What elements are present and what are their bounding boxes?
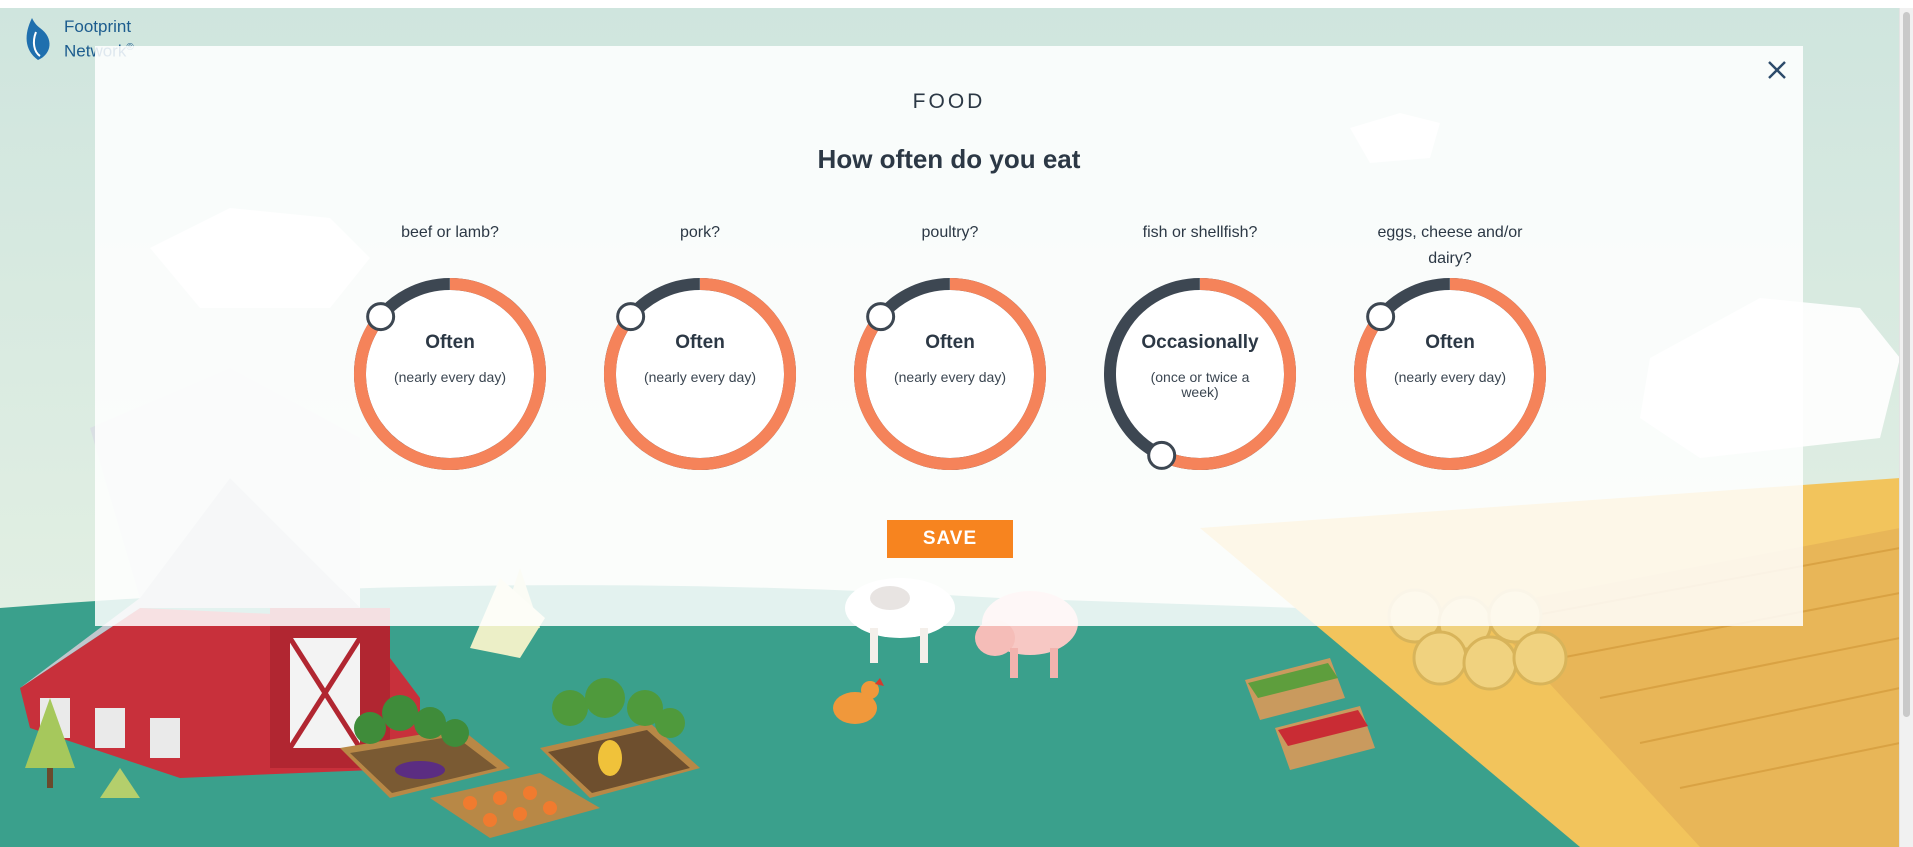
dial-eggs-cheese-dairy: eggs, cheese and/or dairy? Often (nearly…: [1345, 220, 1555, 474]
frequency-dial[interactable]: Occasionally (once or twice a week): [1100, 274, 1300, 474]
dial-subtext: (once or twice a week): [1150, 369, 1250, 400]
dial-value: Often: [1425, 332, 1475, 353]
dial-subtext: (nearly every day): [643, 369, 757, 385]
dial-label: poultry?: [921, 224, 979, 241]
frequency-dial[interactable]: Often (nearly every day): [350, 274, 550, 474]
dial-value: Often: [425, 332, 475, 353]
dial-value: Occasionally: [1141, 332, 1259, 353]
dial-poultry: poultry? Often (nearly every day): [845, 220, 1055, 474]
dial-handle[interactable]: [1366, 302, 1396, 332]
food-question-modal: FOOD How often do you eat beef or lamb? …: [95, 46, 1803, 626]
close-button[interactable]: [1763, 56, 1791, 84]
close-icon: [1768, 61, 1786, 79]
frequency-dial[interactable]: Often (nearly every day): [850, 274, 1050, 474]
dial-label: pork?: [679, 224, 721, 241]
save-button[interactable]: SAVE: [887, 520, 1013, 558]
frequency-dial[interactable]: Often (nearly every day): [600, 274, 800, 474]
dial-label: eggs, cheese and/or dairy?: [1377, 224, 1523, 267]
page-scrollbar[interactable]: [1899, 8, 1913, 847]
dial-handle[interactable]: [366, 302, 396, 332]
frequency-dial[interactable]: Often (nearly every day): [1350, 274, 1550, 474]
dial-handle[interactable]: [616, 302, 646, 332]
dial-label: fish or shellfish?: [1142, 224, 1258, 241]
dial-value: Often: [925, 332, 975, 353]
dial-value: Often: [675, 332, 725, 353]
scrollbar-thumb[interactable]: [1903, 12, 1910, 717]
dial-pork: pork? Often (nearly every day): [595, 220, 805, 474]
dial-subtext: (nearly every day): [893, 369, 1007, 385]
dial-fish-or-shellfish: fish or shellfish? Occasionally (once or…: [1095, 220, 1305, 474]
question-heading: How often do you eat: [817, 144, 1081, 174]
dial-subtext: (nearly every day): [1393, 369, 1507, 385]
section-title: FOOD: [912, 90, 986, 113]
dial-beef-or-lamb: beef or lamb? Often (nearly every day): [345, 220, 555, 474]
dial-handle[interactable]: [866, 302, 896, 332]
leaf-drop-icon: [26, 18, 50, 60]
logo-line-1: Footprint: [64, 17, 132, 36]
dial-handle[interactable]: [1147, 440, 1177, 470]
dial-label: beef or lamb?: [401, 224, 499, 241]
dial-subtext: (nearly every day): [393, 369, 507, 385]
